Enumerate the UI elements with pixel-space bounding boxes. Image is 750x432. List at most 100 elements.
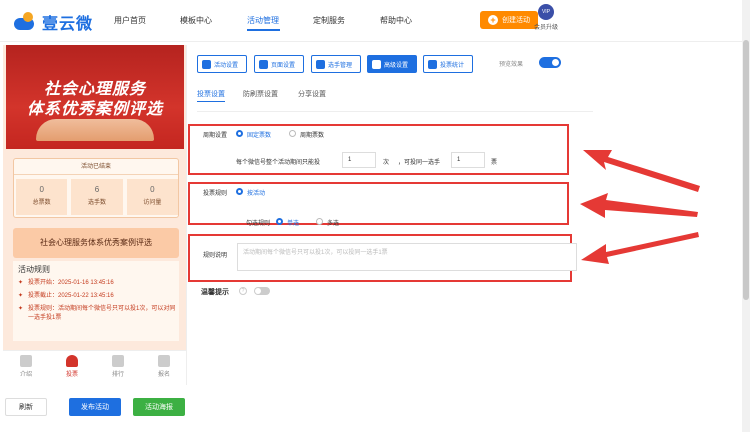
toolbar-label: 投票统计: [440, 62, 465, 69]
tab-intro[interactable]: 介绍: [3, 351, 49, 385]
stat-label: 选手数: [87, 200, 106, 206]
crown-icon: [112, 355, 124, 367]
tab-label: 排行: [111, 372, 124, 378]
same-contestant-description: ，可投同一选手: [398, 160, 441, 166]
preview-effect-label: 预览效果: [499, 62, 524, 68]
check-rule-label: 勾选规则: [246, 221, 271, 227]
cycle-setting-highlight: [188, 124, 569, 175]
star-icon: ✦: [18, 306, 24, 312]
vip-upgrade-label: 会员升级: [533, 25, 558, 31]
tab-anti-cheat-settings[interactable]: 防刷票设置: [243, 89, 278, 99]
by-activity-radio[interactable]: [236, 188, 243, 195]
votes-unit: 次: [383, 160, 390, 166]
top-nav-bar: 壹云微 用户首页 模板中心 活动管理 定制服务 帮助中心 + 创建活动 VIP …: [0, 0, 750, 42]
nav-item-home[interactable]: 用户首页: [114, 15, 146, 26]
home-icon: [66, 355, 78, 367]
nav-item-activity-management[interactable]: 活动管理: [247, 15, 279, 26]
publish-button[interactable]: 发布活动: [69, 398, 121, 416]
poster-button[interactable]: 活动海报: [133, 398, 185, 416]
toolbar-label: 页面设置: [271, 62, 296, 69]
refresh-button[interactable]: 刷新: [5, 398, 47, 416]
divider: [197, 111, 593, 112]
activity-status: 活动已结束: [14, 159, 178, 175]
warm-tip-toggle[interactable]: [254, 287, 270, 295]
nav-item-custom-service[interactable]: 定制服务: [313, 15, 345, 26]
stat-value: 6: [94, 185, 100, 194]
tab-label: 报名: [157, 372, 170, 378]
stat-value: 0: [150, 185, 155, 194]
nav-item-help-center[interactable]: 帮助中心: [380, 15, 412, 26]
star-icon: ✦: [18, 293, 24, 299]
users-icon: [316, 59, 325, 69]
arrow-to-cycle: [583, 150, 700, 192]
activity-banner: 社会心理服务 体系优秀案例评选: [6, 45, 184, 149]
multiple-choice-label: 多选: [327, 221, 340, 227]
rules-heading: 活动规则: [18, 265, 50, 274]
cycle-description: 每个微信号整个活动期间只能投: [236, 160, 321, 166]
mobile-tab-bar: 介绍 投票 排行 报名: [3, 350, 186, 385]
tab-vote-settings[interactable]: 投票设置: [197, 89, 225, 99]
create-activity-button[interactable]: + 创建活动: [480, 11, 538, 29]
vote-statistics-button[interactable]: 投票统计: [423, 55, 473, 73]
preview-effect-toggle[interactable]: [539, 57, 561, 68]
mobile-preview: 社会心理服务 体系优秀案例评选 活动已结束 0 总票数 6 选手数 0 访问量: [3, 45, 187, 385]
stat-value: 0: [39, 185, 44, 194]
rule-text: 投票规则：活动期间每个微信号只可以投1次，可以对同一选手投1票: [28, 306, 176, 321]
activity-rules: 活动规则 ✦ 投票开始：2025-01-16 13:45:16 ✦ 投票截止：202…: [13, 261, 179, 341]
arrow-to-description: [581, 232, 699, 264]
subtab-active-underline: [197, 101, 225, 102]
stats-row: 0 总票数 6 选手数 0 访问量: [14, 177, 180, 217]
user-icon: [158, 355, 170, 367]
tab-signup[interactable]: 报名: [141, 351, 186, 385]
page-settings-button[interactable]: 页面设置: [254, 55, 304, 73]
by-activity-label: 按活动: [247, 191, 266, 197]
toolbar-label: 活动设置: [214, 62, 239, 69]
fixed-votes-radio[interactable]: [236, 130, 243, 137]
book-illustration: [36, 119, 154, 141]
rule-description-textarea[interactable]: 活动期间每个微信号只可以投1次，可以投同一选手1票: [237, 243, 577, 271]
multiple-choice-radio[interactable]: [316, 218, 323, 225]
nav-active-underline: [247, 29, 280, 31]
contestant-management-button[interactable]: 选手管理: [311, 55, 361, 73]
tab-vote[interactable]: 投票: [49, 351, 95, 385]
tab-share-settings[interactable]: 分享设置: [298, 89, 326, 99]
toolbar-label: 高级设置: [384, 62, 409, 69]
page: 壹云微 用户首页 模板中心 活动管理 定制服务 帮助中心 + 创建活动 VIP …: [0, 0, 750, 432]
tickets-unit: 票: [491, 160, 498, 166]
rule-text: 投票截止：2025-01-22 13:45:16: [28, 293, 114, 299]
banner-title-line2: 体系优秀案例评选: [26, 101, 163, 118]
vote-rule-label: 投票规则: [203, 191, 228, 197]
single-choice-label: 单选: [287, 221, 300, 227]
star-icon: ✦: [18, 280, 24, 286]
periodic-votes-radio[interactable]: [289, 130, 296, 137]
rule-item: ✦ 投票截止：2025-01-22 13:45:16: [18, 292, 179, 301]
nav-item-templates[interactable]: 模板中心: [180, 15, 212, 26]
page-scrollbar[interactable]: [742, 0, 750, 432]
single-choice-radio[interactable]: [276, 218, 283, 225]
fixed-votes-label: 固定票数: [247, 133, 272, 139]
scrollbar-thumb[interactable]: [743, 40, 749, 300]
tab-label: 介绍: [19, 372, 32, 378]
vip-badge-icon: VIP: [538, 4, 554, 20]
create-activity-label: 创建活动: [502, 17, 530, 24]
periodic-votes-label: 周期票数: [300, 133, 325, 139]
stat-total-votes: 0 总票数: [16, 179, 68, 215]
vip-upgrade[interactable]: VIP 会员升级: [532, 4, 560, 31]
help-icon[interactable]: ?: [239, 287, 247, 295]
bar-chart-icon: [428, 59, 437, 69]
stat-label: 总票数: [32, 200, 51, 206]
activity-status-card: 活动已结束 0 总票数 6 选手数 0 访问量: [13, 158, 179, 218]
warm-tip-label: 温馨提示: [201, 289, 229, 296]
toolbar-label: 选手管理: [328, 62, 353, 69]
logo[interactable]: 壹云微: [14, 10, 93, 34]
tab-ranking[interactable]: 排行: [95, 351, 141, 385]
rule-text: 投票开始：2025-01-16 13:45:16: [28, 280, 114, 286]
activity-title: 社会心理服务体系优秀案例评选: [13, 228, 179, 258]
cycle-setting-label: 周期设置: [203, 133, 228, 139]
advanced-settings-button[interactable]: 高级设置: [367, 55, 417, 73]
rule-item: ✦ 投票规则：活动期间每个微信号只可以投1次，可以对同一选手投1票: [18, 305, 179, 323]
votes-per-account-input[interactable]: 1: [342, 152, 376, 168]
votes-per-contestant-input[interactable]: 1: [451, 152, 485, 168]
rule-description-label: 规则说明: [203, 253, 228, 259]
activity-settings-button[interactable]: 活动设置: [197, 55, 247, 73]
